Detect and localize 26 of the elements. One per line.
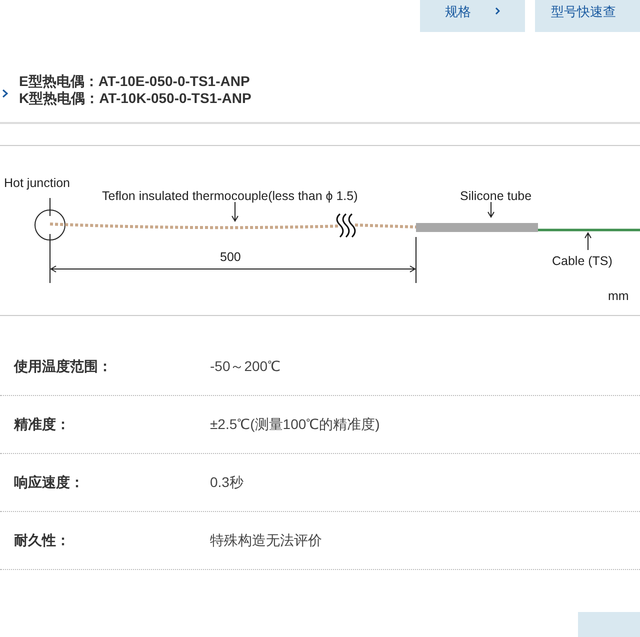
tab-button[interactable]: 型号快速查 — [535, 0, 640, 32]
arrow-icon — [232, 202, 238, 222]
spec-value: 0.3秒 — [210, 473, 244, 492]
arrow-icon — [584, 232, 592, 250]
spec-label: 耐久性： — [13, 531, 71, 550]
button-background — [578, 612, 640, 637]
diagram-label: Cable (TS) — [552, 253, 612, 270]
model-number: E型热电偶：AT-10E-050-0-TS1-ANP — [19, 73, 251, 90]
break-mark-icon — [336, 213, 356, 238]
spec-label: 精准度： — [12, 415, 71, 434]
model-number: K型热电偶：AT-10K-050-0-TS1-ANP — [19, 90, 252, 107]
spec-label: 响应速度： — [13, 473, 85, 492]
junction-circle — [34, 210, 66, 240]
tab-button[interactable]: 规格 — [420, 0, 525, 32]
spec-value: -50～200℃ — [210, 357, 281, 376]
diagram-label: Teflon insulated thermocouple(less than ϕ 1.5) — [102, 188, 358, 205]
chevron-icon — [2, 88, 8, 98]
spec-value: ±2.5℃(测量100℃的精准度) — [210, 415, 380, 434]
diagram-label: Silicone tube — [460, 188, 532, 205]
arrow-icon — [488, 202, 494, 218]
spec-value: 特殊构造无法评价 — [210, 531, 322, 550]
spec-label: 使用温度范围： — [12, 357, 113, 376]
chevron-icon — [495, 7, 500, 15]
unit-label: mm — [608, 288, 629, 305]
diagram-label: Hot junction — [4, 175, 70, 192]
dimension-label: 500 — [220, 249, 241, 266]
